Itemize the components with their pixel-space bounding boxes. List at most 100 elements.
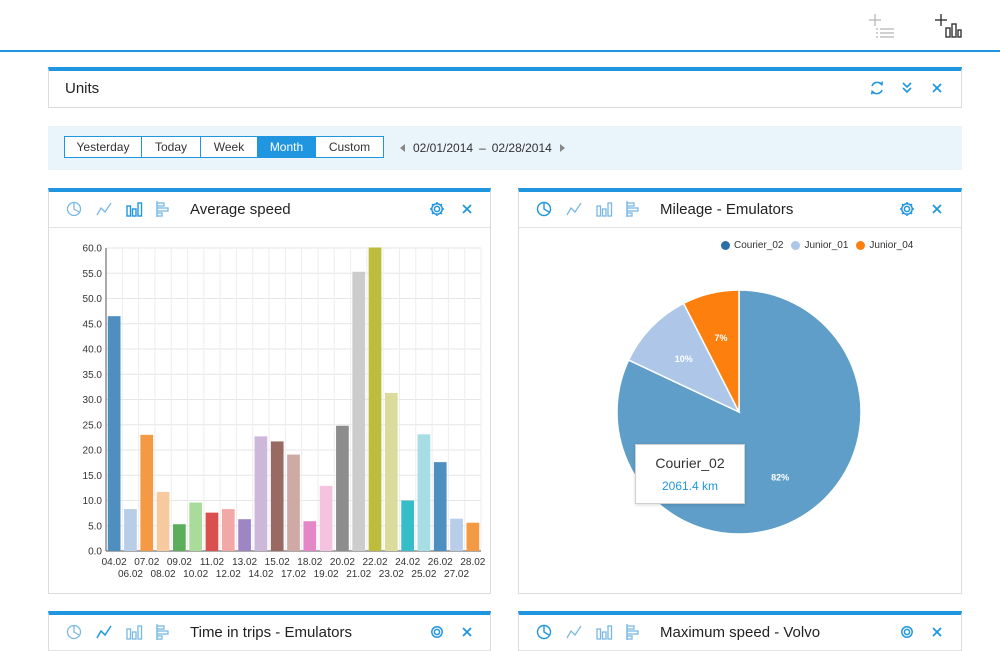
horizontal-bar-chart-icon[interactable] (155, 200, 173, 218)
pie-chart-icon[interactable] (535, 623, 553, 641)
period-custom-button[interactable]: Custom (316, 137, 383, 157)
y-tick-label: 35.0 (83, 370, 103, 381)
line-chart-icon[interactable] (565, 623, 583, 641)
legend-item[interactable]: Junior_01 (791, 240, 848, 251)
legend-dot (856, 241, 866, 250)
x-tick-label: 08.02 (151, 569, 176, 580)
pie-chart-icon[interactable] (65, 623, 83, 641)
y-tick-label: 20.0 (83, 446, 103, 457)
bar (189, 502, 203, 551)
gear-icon[interactable] (898, 623, 916, 641)
bar (107, 316, 121, 551)
units-panel: Units (48, 67, 962, 108)
bar (401, 500, 414, 551)
mileage-chart: 82% 10% 7% (519, 229, 961, 593)
bar (124, 509, 137, 551)
legend-item[interactable]: Junior_04 (856, 240, 913, 251)
time-in-trips-header: Time in trips - Emulators (49, 615, 490, 651)
x-tick-label: 12.02 (216, 569, 241, 580)
pie-chart-icon[interactable] (65, 200, 83, 218)
line-chart-icon[interactable] (95, 623, 113, 641)
legend-item[interactable]: Courier_02 (721, 240, 783, 251)
bar (368, 247, 382, 551)
bar (140, 434, 154, 551)
collapse-icon[interactable] (898, 79, 916, 97)
date-range: 02/01/2014 – 02/28/2014 (400, 141, 565, 155)
x-tick-label: 23.02 (379, 569, 404, 580)
bar (336, 425, 349, 551)
mileage-panel: Mileage - Emulators 82% 10% 7% Courier_02 … (518, 188, 962, 594)
bar (417, 434, 431, 551)
bar (433, 462, 447, 551)
range-end: 02/28/2014 (491, 141, 552, 155)
close-icon[interactable] (458, 200, 476, 218)
legend-label: Junior_01 (804, 240, 849, 251)
line-chart-icon[interactable] (565, 200, 583, 218)
close-icon[interactable] (928, 79, 946, 97)
y-tick-label: 25.0 (83, 420, 103, 431)
add-list-icon[interactable] (866, 12, 896, 40)
x-tick-label: 07.02 (134, 557, 159, 568)
maximum-speed-header: Maximum speed - Volvo (519, 615, 961, 651)
horizontal-bar-chart-icon[interactable] (625, 623, 643, 641)
average-speed-title: Average speed (190, 201, 291, 218)
bar-chart-icon[interactable] (595, 200, 613, 218)
pie-slice-label: 82% (771, 472, 789, 482)
x-tick-label: 13.02 (232, 557, 257, 568)
bar (205, 512, 219, 551)
top-toolbar (0, 0, 1000, 52)
y-tick-label: 0.0 (88, 547, 102, 558)
x-tick-label: 09.02 (167, 557, 192, 568)
x-tick-label: 06.02 (118, 569, 143, 580)
close-icon[interactable] (928, 200, 946, 218)
gear-icon[interactable] (428, 623, 446, 641)
add-chart-icon[interactable] (932, 12, 962, 40)
gear-icon[interactable] (428, 200, 446, 218)
bar (352, 271, 366, 551)
x-tick-label: 28.02 (460, 557, 485, 568)
x-tick-label: 15.02 (265, 557, 290, 568)
legend-label: Courier_02 (734, 240, 784, 251)
x-tick-label: 17.02 (281, 569, 306, 580)
bar (450, 518, 463, 551)
x-tick-label: 20.02 (330, 557, 355, 568)
tooltip-value: 2061.4 km (661, 479, 719, 493)
period-yesterday-button[interactable]: Yesterday (65, 137, 142, 157)
legend-label: Junior_04 (869, 240, 914, 251)
period-selector: Yesterday Today Week Month Custom (64, 136, 384, 158)
legend-dot (791, 241, 801, 250)
x-tick-label: 11.02 (200, 557, 225, 568)
next-period-icon[interactable] (559, 144, 565, 152)
y-tick-label: 30.0 (83, 395, 103, 406)
bar-chart-icon[interactable] (595, 623, 613, 641)
mileage-pie-chart: 82% 10% 7% (616, 289, 862, 535)
x-tick-label: 19.02 (314, 569, 339, 580)
period-month-button[interactable]: Month (258, 137, 316, 157)
refresh-icon[interactable] (868, 79, 886, 97)
bar (238, 519, 251, 551)
period-week-button[interactable]: Week (201, 137, 258, 157)
x-tick-label: 18.02 (297, 557, 322, 568)
close-icon[interactable] (928, 623, 946, 641)
average-speed-bar-chart: 0.0 5.0 10.0 15.0 20.0 25.0 30.0 35.0 40.0 45.0 50… (83, 244, 486, 581)
average-speed-panel: Average speed 0.0 5.0 10.0 15.0 20.0 25.0 30.0… (48, 188, 491, 594)
horizontal-bar-chart-icon[interactable] (625, 200, 643, 218)
maximum-speed-panel: Maximum speed - Volvo (518, 611, 962, 651)
pie-chart-icon[interactable] (535, 200, 553, 218)
bar (319, 485, 333, 551)
gear-icon[interactable] (898, 200, 916, 218)
bar-chart-icon[interactable] (125, 623, 143, 641)
x-tick-label: 22.02 (363, 557, 388, 568)
bar (466, 522, 480, 551)
close-icon[interactable] (458, 623, 476, 641)
bar (221, 509, 235, 551)
previous-period-icon[interactable] (400, 144, 405, 152)
line-chart-icon[interactable] (95, 200, 113, 218)
x-tick-label: 25.02 (411, 569, 436, 580)
period-today-button[interactable]: Today (142, 137, 201, 157)
range-start: 02/01/2014 (413, 141, 474, 155)
pie-legend: Courier_02 Junior_01 Junior_04 (721, 240, 921, 251)
units-panel-title: Units (65, 80, 100, 97)
horizontal-bar-chart-icon[interactable] (155, 623, 173, 641)
bar-chart-icon[interactable] (125, 200, 143, 218)
